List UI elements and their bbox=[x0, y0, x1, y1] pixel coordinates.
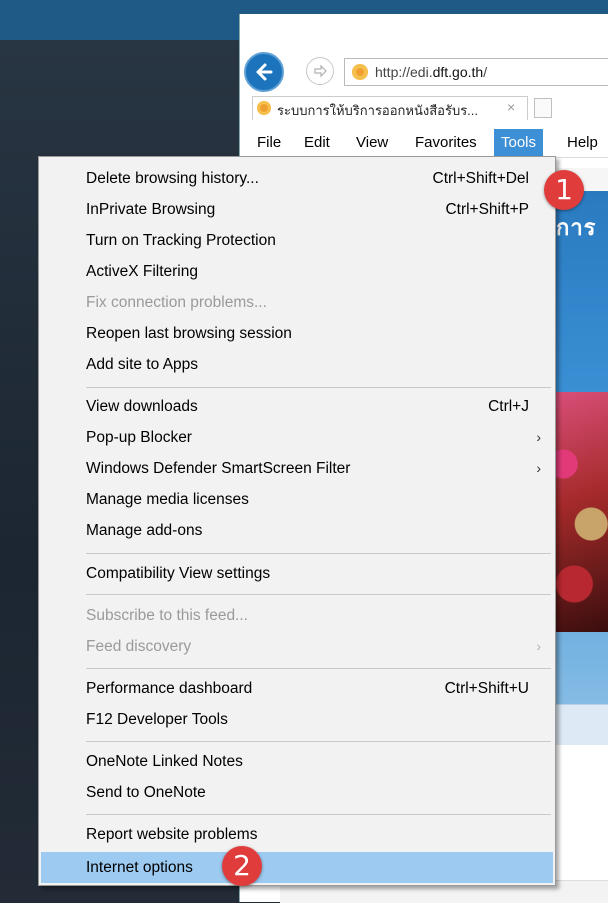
menu-item-smartscreen-filter[interactable]: Windows Defender SmartScreen Filter › bbox=[39, 453, 555, 484]
address-row: http://edi.dft.go.th/ bbox=[240, 14, 608, 94]
submenu-arrow-icon: › bbox=[536, 429, 541, 445]
menu-item-f12-developer-tools[interactable]: F12 Developer Tools bbox=[39, 704, 555, 735]
submenu-arrow-icon: › bbox=[536, 638, 541, 654]
address-bar[interactable]: http://edi.dft.go.th/ bbox=[344, 58, 608, 86]
banner-photo bbox=[552, 392, 608, 632]
step-1-badge: 1 bbox=[544, 170, 584, 210]
menu-item-internet-options[interactable]: Internet options bbox=[41, 852, 553, 883]
browser-tab[interactable]: ระบบการให้บริการออกหนังสือรับร... × bbox=[252, 96, 528, 120]
forward-arrow-icon bbox=[314, 64, 327, 78]
tab-close-icon[interactable]: × bbox=[507, 99, 515, 115]
tab-favicon-icon bbox=[257, 101, 271, 115]
menu-item-tracking-protection[interactable]: Turn on Tracking Protection bbox=[39, 225, 555, 256]
back-button[interactable] bbox=[244, 52, 284, 92]
menu-separator bbox=[86, 668, 551, 669]
menu-item-media-licenses[interactable]: Manage media licenses bbox=[39, 484, 555, 515]
step-2-badge: 2 bbox=[222, 846, 262, 886]
menu-separator bbox=[86, 387, 551, 388]
menu-item-activex-filtering[interactable]: ActiveX Filtering bbox=[39, 256, 555, 287]
menu-separator bbox=[86, 594, 551, 595]
menu-item-performance-dashboard[interactable]: Performance dashboard Ctrl+Shift+U bbox=[39, 673, 555, 704]
menu-item-compatibility-view[interactable]: Compatibility View settings bbox=[39, 558, 555, 589]
forward-button[interactable] bbox=[306, 57, 334, 85]
menu-item-add-site-to-apps[interactable]: Add site to Apps bbox=[39, 349, 555, 380]
menu-separator bbox=[86, 553, 551, 554]
menu-view[interactable]: View bbox=[349, 129, 395, 157]
menu-separator bbox=[86, 814, 551, 815]
menu-item-report-website-problems[interactable]: Report website problems bbox=[39, 819, 555, 850]
menu-separator bbox=[86, 741, 551, 742]
menu-item-subscribe-feed: Subscribe to this feed... bbox=[86, 607, 248, 624]
site-favicon-icon bbox=[352, 64, 368, 80]
menu-item-feed-discovery: Feed discovery › bbox=[39, 631, 555, 662]
new-tab-icon[interactable] bbox=[534, 98, 552, 118]
menu-item-inprivate-browsing[interactable]: InPrivate Browsing Ctrl+Shift+P bbox=[39, 194, 555, 225]
menu-edit[interactable]: Edit bbox=[297, 129, 337, 157]
menu-favorites[interactable]: Favorites bbox=[408, 129, 484, 157]
menu-item-delete-browsing-history[interactable]: Delete browsing history... Ctrl+Shift+Del bbox=[39, 163, 555, 194]
menu-item-reopen-session[interactable]: Reopen last browsing session bbox=[39, 318, 555, 349]
menu-file[interactable]: File bbox=[250, 129, 288, 157]
menu-bar: File Edit View Favorites Tools Help bbox=[240, 129, 608, 158]
menu-item-popup-blocker[interactable]: Pop-up Blocker › bbox=[39, 422, 555, 453]
menu-item-send-to-onenote[interactable]: Send to OneNote bbox=[39, 777, 555, 808]
submenu-arrow-icon: › bbox=[536, 460, 541, 476]
back-arrow-icon bbox=[256, 63, 273, 81]
tab-title: ระบบการให้บริการออกหนังสือรับร... bbox=[277, 103, 479, 118]
menu-item-onenote-linked-notes[interactable]: OneNote Linked Notes bbox=[39, 746, 555, 777]
tools-dropdown-menu: Delete browsing history... Ctrl+Shift+Del… bbox=[38, 156, 556, 886]
menu-tools[interactable]: Tools bbox=[494, 129, 544, 157]
page-panel bbox=[552, 704, 608, 745]
menu-item-manage-addons[interactable]: Manage add-ons bbox=[39, 515, 555, 546]
menu-item-fix-connection: Fix connection problems... bbox=[86, 294, 267, 311]
banner-text: การ bbox=[556, 215, 597, 240]
menu-item-view-downloads[interactable]: View downloads Ctrl+J bbox=[39, 391, 555, 422]
address-text: http://edi.dft.go.th/ bbox=[375, 64, 488, 80]
menu-help[interactable]: Help bbox=[560, 129, 605, 157]
